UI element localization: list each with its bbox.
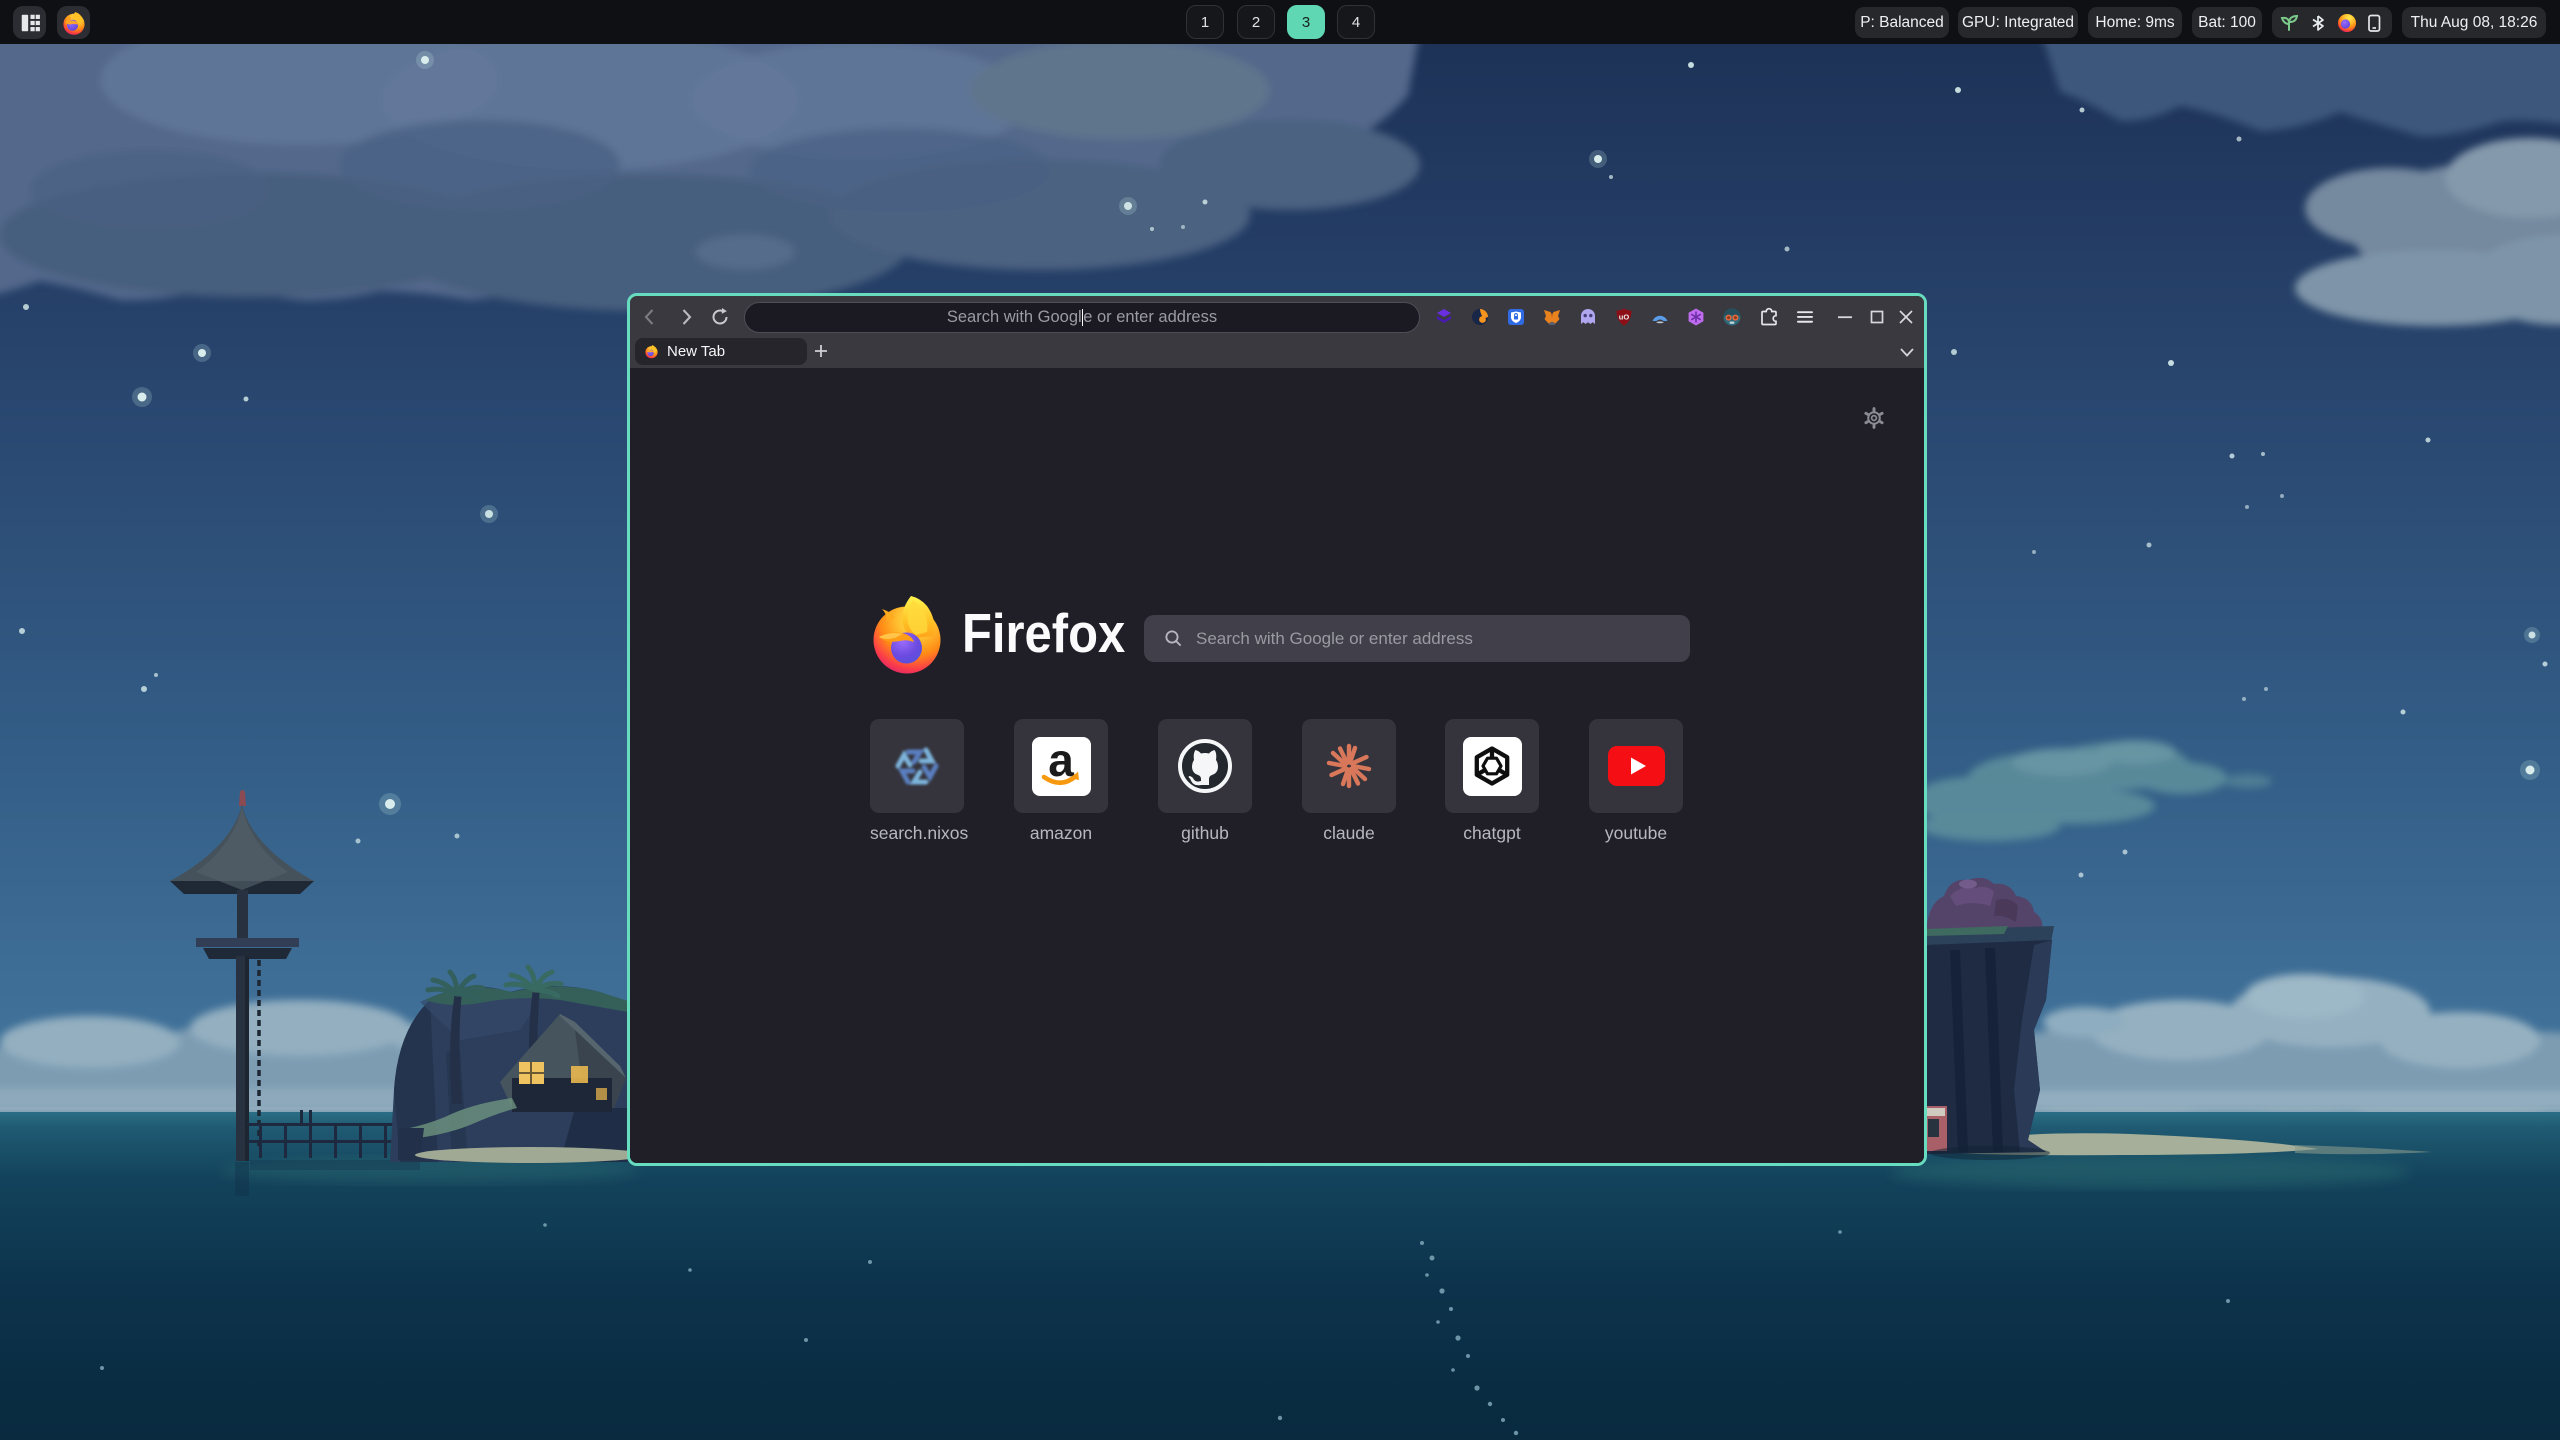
svg-text:uO: uO [1619,313,1630,322]
